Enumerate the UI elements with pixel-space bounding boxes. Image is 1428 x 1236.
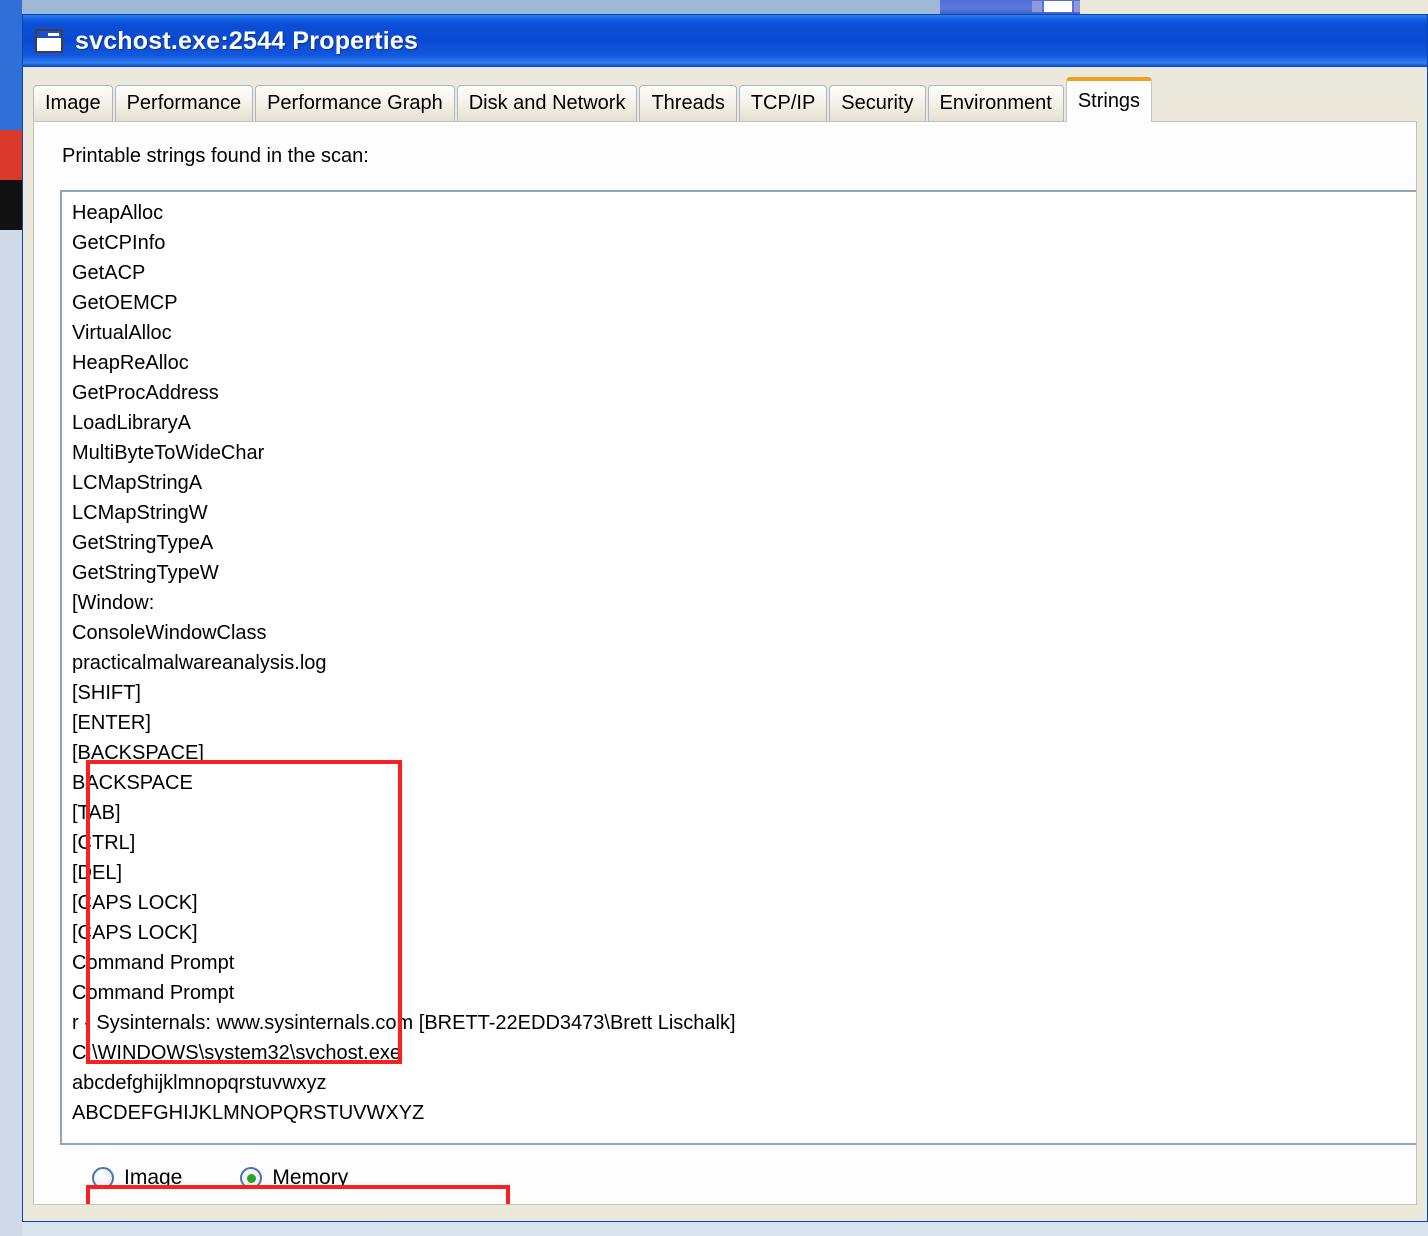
string-row[interactable]: VirtualAlloc bbox=[72, 318, 1416, 348]
string-row[interactable]: practicalmalwareanalysis.log bbox=[72, 648, 1416, 678]
string-row[interactable]: HeapReAlloc bbox=[72, 348, 1416, 378]
source-radio-group: Image Memory bbox=[92, 1166, 348, 1190]
window-icon bbox=[35, 29, 63, 53]
string-row[interactable]: [CAPS LOCK] bbox=[72, 918, 1416, 948]
string-row[interactable]: [CTRL] bbox=[72, 828, 1416, 858]
window-titlebar[interactable]: svchost.exe:2544 Properties bbox=[23, 15, 1427, 67]
background-panel-left bbox=[0, 0, 22, 1236]
string-row[interactable]: [DEL] bbox=[72, 858, 1416, 888]
radio-option-memory[interactable]: Memory bbox=[240, 1166, 348, 1190]
string-row[interactable]: GetProcAddress bbox=[72, 378, 1416, 408]
string-row[interactable]: ABCDEFGHIJKLMNOPQRSTUVWXYZ bbox=[72, 1098, 1416, 1128]
tab-image[interactable]: Image bbox=[33, 85, 113, 121]
properties-window: svchost.exe:2544 Properties Image Perform… bbox=[22, 14, 1428, 1222]
tab-performance[interactable]: Performance bbox=[114, 85, 254, 121]
radio-button-icon[interactable] bbox=[92, 1167, 114, 1189]
background-window-sliver[interactable] bbox=[940, 0, 1084, 14]
string-row[interactable]: LCMapStringW bbox=[72, 498, 1416, 528]
background-window-maximize-button[interactable] bbox=[1044, 1, 1072, 12]
tab-strip: Image Performance Performance Graph Disk an… bbox=[33, 77, 1427, 123]
radio-option-label: Memory bbox=[272, 1166, 349, 1189]
string-row[interactable]: GetCPInfo bbox=[72, 228, 1416, 258]
string-row[interactable]: [SHIFT] bbox=[72, 678, 1416, 708]
radio-option-image[interactable]: Image bbox=[92, 1166, 182, 1190]
strings-listbox[interactable]: HeapAlloc GetCPInfo GetACP GetOEMCP VirtualA… bbox=[60, 190, 1416, 1145]
strings-tab-panel: Printable strings found in the scan: Hea… bbox=[33, 121, 1417, 1205]
string-row[interactable]: Command Prompt bbox=[72, 948, 1416, 978]
string-row[interactable]: HeapAlloc bbox=[72, 198, 1416, 228]
string-row[interactable]: ConsoleWindowClass bbox=[72, 618, 1416, 648]
string-row[interactable]: BACKSPACE bbox=[72, 768, 1416, 798]
string-row[interactable]: GetOEMCP bbox=[72, 288, 1416, 318]
tab-performance-graph[interactable]: Performance Graph bbox=[255, 85, 455, 121]
tab-disk-and-network[interactable]: Disk and Network bbox=[456, 85, 638, 121]
string-row[interactable]: Command Prompt bbox=[72, 978, 1416, 1008]
tab-threads[interactable]: Threads bbox=[639, 85, 737, 121]
string-row[interactable]: r - Sysinternals: www.sysinternals.com [… bbox=[72, 1008, 1416, 1038]
string-row[interactable]: C:\WINDOWS\system32\svchost.exe bbox=[72, 1038, 1416, 1068]
strings-list: HeapAlloc GetCPInfo GetACP GetOEMCP VirtualA… bbox=[62, 192, 1416, 1128]
tab-security[interactable]: Security bbox=[829, 85, 926, 121]
string-row[interactable]: LoadLibraryA bbox=[72, 408, 1416, 438]
string-row[interactable]: [TAB] bbox=[72, 798, 1416, 828]
string-row[interactable]: MultiByteToWideChar bbox=[72, 438, 1416, 468]
screenshot-root: svchost.exe:2544 Properties Image Perform… bbox=[0, 0, 1428, 1236]
string-row[interactable]: [BACKSPACE] bbox=[72, 738, 1416, 768]
background-window-minimize-button[interactable] bbox=[1032, 1, 1042, 12]
printable-strings-label: Printable strings found in the scan: bbox=[62, 145, 369, 167]
string-row[interactable]: GetACP bbox=[72, 258, 1416, 288]
string-row[interactable]: GetStringTypeA bbox=[72, 528, 1416, 558]
window-title: svchost.exe:2544 Properties bbox=[75, 26, 419, 55]
tab-strings[interactable]: Strings bbox=[1065, 77, 1153, 123]
tab-tcp-ip[interactable]: TCP/IP bbox=[738, 85, 828, 121]
tab-environment[interactable]: Environment bbox=[927, 85, 1064, 121]
radio-button-icon[interactable] bbox=[240, 1167, 263, 1189]
string-row[interactable]: GetStringTypeW bbox=[72, 558, 1416, 588]
string-row[interactable]: [CAPS LOCK] bbox=[72, 888, 1416, 918]
string-row[interactable]: [ENTER] bbox=[72, 708, 1416, 738]
background-panel-right bbox=[1080, 0, 1428, 14]
string-row[interactable]: abcdefghijklmnopqrstuvwxyz bbox=[72, 1068, 1416, 1098]
radio-option-label: Image bbox=[124, 1166, 183, 1189]
string-row[interactable]: LCMapStringA bbox=[72, 468, 1416, 498]
string-row[interactable]: [Window: bbox=[72, 588, 1416, 618]
